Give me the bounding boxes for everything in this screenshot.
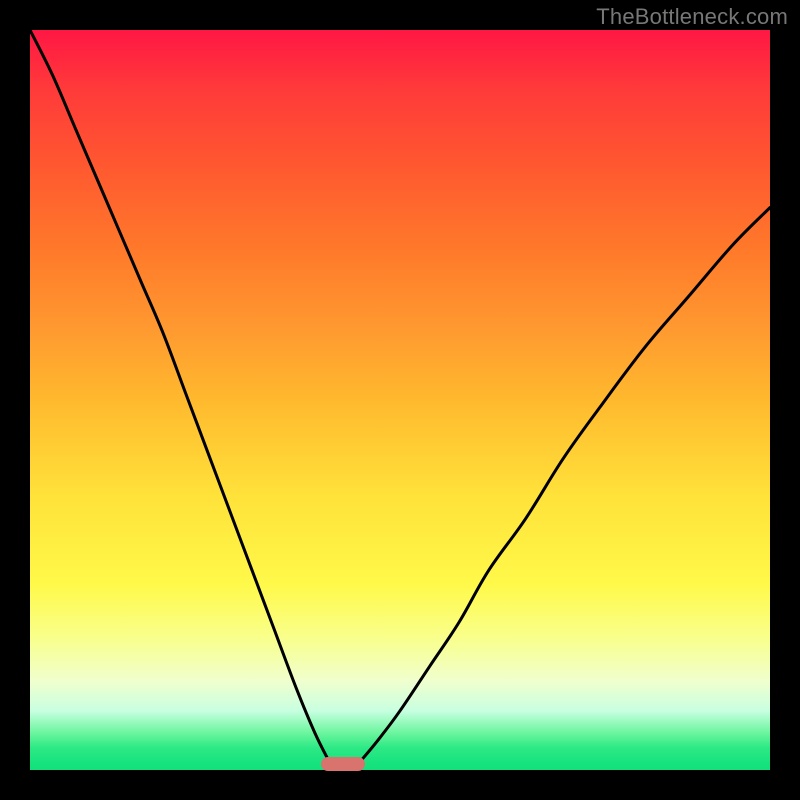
curve-right-branch [359, 208, 770, 763]
bottleneck-marker [321, 757, 365, 771]
curve-left-branch [30, 30, 330, 763]
plot-area [30, 30, 770, 770]
curve-layer [30, 30, 770, 770]
chart-frame: TheBottleneck.com [0, 0, 800, 800]
watermark-text: TheBottleneck.com [596, 4, 788, 30]
